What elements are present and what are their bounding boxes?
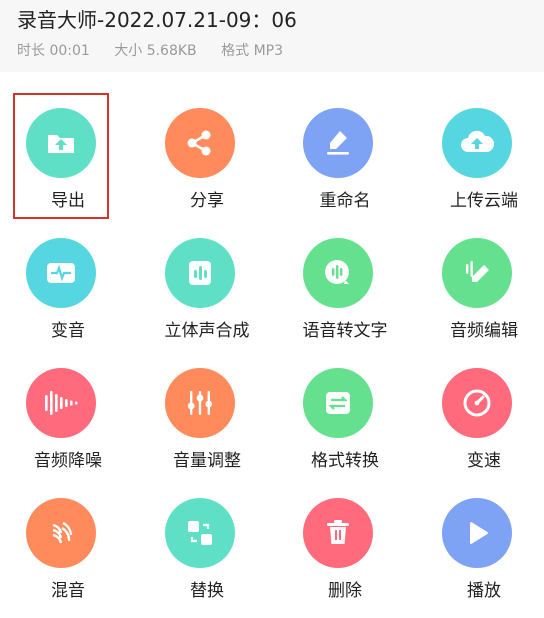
speed-circle	[442, 368, 512, 438]
recording-size: 大小 5.68KB	[114, 43, 197, 59]
cloud-circle	[442, 108, 512, 178]
action-label: 替换	[190, 581, 224, 601]
waveform-voice-icon	[47, 263, 75, 283]
share-icon	[187, 130, 211, 156]
recording-title: 录音大师-2022.07.21-09：06	[17, 8, 297, 32]
export-folder-icon	[48, 135, 74, 153]
stereo-bars-icon	[189, 261, 211, 285]
export-circle	[26, 108, 96, 178]
rename-pen-icon	[327, 131, 349, 155]
audio-edit-icon	[466, 261, 489, 282]
replace-circle	[165, 498, 235, 568]
recording-duration: 时长 00:01	[17, 43, 90, 59]
voice-change-circle	[26, 238, 96, 308]
speech-to-text-circle	[303, 238, 373, 308]
action-label: 播放	[467, 581, 501, 601]
action-audio-edit-button[interactable]: 音频编辑	[416, 202, 544, 341]
rename-circle	[303, 108, 373, 178]
action-voice-change-button[interactable]: 变音	[0, 202, 136, 341]
recording-info-header: 录音大师-2022.07.21-09：06 时长 00:01 大小 5.68KB…	[0, 0, 544, 72]
speech-to-text-icon	[325, 260, 349, 284]
action-replace-button[interactable]: 替换	[139, 462, 275, 601]
play-icon	[470, 522, 488, 544]
play-circle	[442, 498, 512, 568]
action-rename-button[interactable]: 重命名	[277, 72, 413, 211]
format-convert-icon	[326, 392, 350, 414]
action-label: 删除	[328, 581, 362, 601]
speed-gauge-icon	[463, 389, 491, 417]
action-play-button[interactable]: 播放	[416, 462, 544, 601]
action-speed-button[interactable]: 变速	[416, 332, 544, 471]
format-convert-circle	[303, 368, 373, 438]
recording-meta: 时长 00:01 大小 5.68KB 格式 MP3	[17, 40, 303, 60]
action-format-convert-button[interactable]: 格式转换	[277, 332, 413, 471]
mix-circle	[26, 498, 96, 568]
action-delete-button[interactable]: 删除	[277, 462, 413, 601]
action-mix-button[interactable]: 混音	[0, 462, 136, 601]
stereo-circle	[165, 238, 235, 308]
delete-circle	[303, 498, 373, 568]
replace-icon	[188, 521, 212, 545]
action-label: 混音	[51, 581, 85, 601]
recording-format: 格式 MP3	[221, 43, 284, 59]
action-grid: 导出 分享 重命名 上传云端 变音 立体声合成 语音转文字 音频编辑 音频降噪 …	[0, 72, 544, 618]
action-export-button[interactable]: 导出	[0, 72, 136, 211]
action-share-button[interactable]: 分享	[139, 72, 275, 211]
noise-reduction-circle	[26, 368, 96, 438]
cloud-upload-icon	[461, 130, 495, 152]
mix-sound-icon	[52, 521, 73, 544]
action-noise-reduction-button[interactable]: 音频降噪	[0, 332, 136, 471]
action-volume-button[interactable]: 音量调整	[139, 332, 275, 471]
trash-icon	[327, 520, 349, 544]
action-cloud-upload-button[interactable]: 上传云端	[416, 72, 544, 211]
volume-circle	[165, 368, 235, 438]
action-stereo-button[interactable]: 立体声合成	[139, 202, 275, 341]
volume-sliders-icon	[187, 391, 213, 415]
action-speech-to-text-button[interactable]: 语音转文字	[277, 202, 413, 341]
share-circle	[165, 108, 235, 178]
noise-reduction-icon	[45, 391, 78, 415]
audio-edit-circle	[442, 238, 512, 308]
